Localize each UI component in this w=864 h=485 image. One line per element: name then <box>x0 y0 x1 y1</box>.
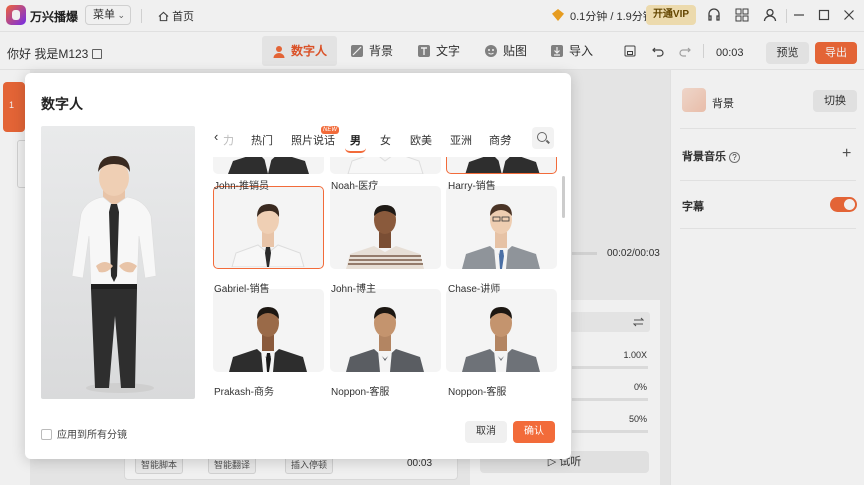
avatar-card-selected[interactable] <box>213 186 324 269</box>
category-western[interactable]: 欧美 <box>410 132 432 148</box>
avatar-card[interactable] <box>330 157 441 174</box>
avatar-grid: John-推销员 Noah-医疗 Harry-销售 Gabriel-销售 Joh… <box>210 157 570 397</box>
avatar-portrait <box>347 157 424 174</box>
avatar-card[interactable] <box>330 289 441 372</box>
avatar-portrait <box>231 204 305 268</box>
digital-human-dialog: 数字人 ‹ 力 热门 照片说话 NEW 男 女 欧美 亚洲 商务 › John-… <box>25 73 571 459</box>
avatar-portrait <box>462 204 540 269</box>
avatar-name: Noppon-客服 <box>331 387 390 397</box>
search-icon[interactable] <box>532 127 554 149</box>
avatar-name: Harry-销售 <box>448 181 496 192</box>
category-item-cut[interactable]: 力 <box>223 132 234 148</box>
avatar-portrait <box>346 307 424 372</box>
avatar-portrait <box>228 157 309 174</box>
avatar-portrait <box>465 157 540 173</box>
avatar-name: John-推销员 <box>214 181 270 192</box>
avatar-portrait <box>229 307 307 372</box>
avatar-card[interactable] <box>213 157 324 174</box>
avatar-card[interactable] <box>446 186 557 269</box>
category-prev-arrow[interactable]: ‹ <box>214 129 218 144</box>
avatar-portrait <box>462 307 540 372</box>
apply-all-label: 应用到所有分镜 <box>57 430 127 441</box>
avatar-card[interactable] <box>330 186 441 269</box>
cancel-button[interactable]: 取消 <box>465 421 507 443</box>
category-female[interactable]: 女 <box>380 132 391 148</box>
checkbox-box[interactable] <box>41 429 52 440</box>
avatar-card[interactable] <box>213 289 324 372</box>
avatar-card[interactable] <box>446 289 557 372</box>
avatar-name: Prakash-商务 <box>214 387 275 397</box>
avatar-name: Noah-医疗 <box>331 181 379 192</box>
avatar-name: John-博主 <box>331 284 377 295</box>
dialog-title: 数字人 <box>41 96 83 112</box>
category-photo-talk[interactable]: 照片说话 NEW <box>291 126 339 148</box>
avatar-name: Noppon-客服 <box>448 387 507 397</box>
avatar-portrait <box>346 205 424 269</box>
category-next-arrow[interactable]: › <box>507 129 511 144</box>
avatar-name: Chase-讲师 <box>448 284 501 295</box>
category-hot[interactable]: 热门 <box>251 132 273 148</box>
presenter-figure <box>71 156 157 393</box>
avatar-preview <box>41 126 195 399</box>
confirm-button[interactable]: 确认 <box>513 421 555 443</box>
grid-scrollbar[interactable] <box>562 176 565 218</box>
category-label: 照片说话 <box>291 135 335 147</box>
category-male[interactable]: 男 <box>345 132 366 153</box>
apply-all-checkbox[interactable]: 应用到所有分镜 <box>41 426 127 441</box>
avatar-card[interactable] <box>446 157 557 174</box>
new-badge: NEW <box>321 126 339 134</box>
avatar-name: Gabriel-销售 <box>214 284 270 295</box>
category-asian[interactable]: 亚洲 <box>450 132 472 148</box>
